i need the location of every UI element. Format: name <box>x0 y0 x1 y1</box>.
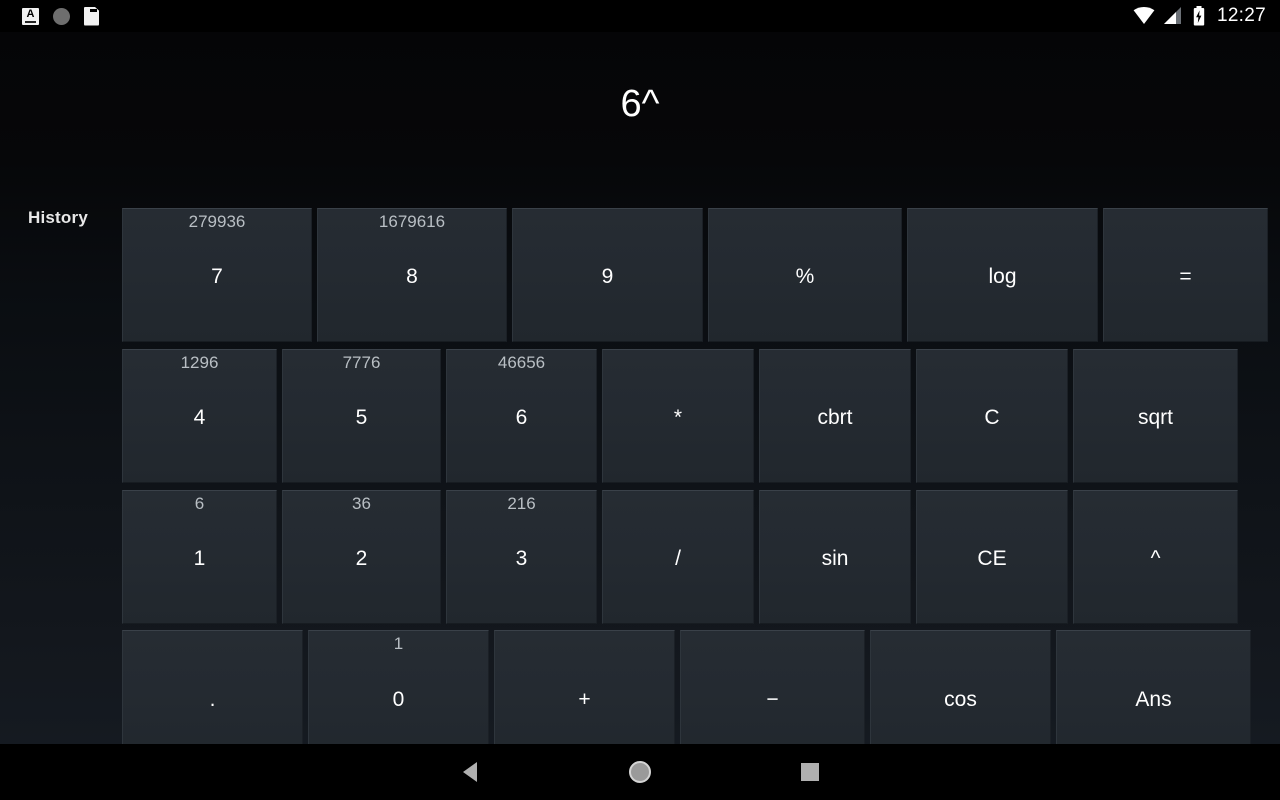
key-hint: 216 <box>507 494 536 513</box>
status-bar-clock: 12:27 <box>1216 5 1266 26</box>
android-nav-bar <box>0 744 1280 800</box>
key-0[interactable]: 10 <box>308 630 489 744</box>
key-label: 8 <box>406 264 418 288</box>
key-label: = <box>1179 264 1192 288</box>
key-Ans[interactable]: Ans <box>1056 630 1251 744</box>
key-label: − <box>766 687 779 711</box>
key-CE[interactable]: CE <box>916 490 1068 624</box>
battery-charging-icon <box>1193 6 1205 26</box>
key-power[interactable]: ^ <box>1073 490 1238 624</box>
key-label: cos <box>944 687 977 711</box>
status-bar-right-icons: 12:27 <box>1133 5 1266 27</box>
key-label: . <box>209 687 216 711</box>
keypad-row: . 1 0 + − cos Ans <box>122 630 1256 744</box>
key-label: cbrt <box>817 405 853 429</box>
home-icon <box>629 761 651 783</box>
key-label: / <box>675 546 681 570</box>
calculator-display[interactable]: 6^ <box>0 32 1280 176</box>
keyboard-a-icon: A <box>22 7 39 25</box>
key-log[interactable]: log <box>907 208 1098 342</box>
key-8[interactable]: 1679616 8 <box>317 208 507 342</box>
key-plus[interactable]: + <box>494 630 675 744</box>
key-label: C <box>984 405 1000 429</box>
key-label: 9 <box>601 264 614 288</box>
keypad: 279936 7 1679616 8 9% log = 1296 4 7776 5 46656 6 * cb… <box>0 176 1280 744</box>
key-label: 6 <box>515 405 528 429</box>
key-label: 1 <box>193 546 206 570</box>
keypad-row: 1296 4 7776 5 46656 6 * cbrt Csqrt <box>122 349 1243 483</box>
key-hint: 279936 <box>188 212 246 231</box>
key-cos[interactable]: cos <box>870 630 1051 744</box>
status-bar: A 12:27 <box>0 0 1280 32</box>
key-label: + <box>578 687 591 711</box>
key-hint: 1296 <box>180 353 219 372</box>
key-label: log <box>988 264 1017 288</box>
key-label: % <box>795 264 815 288</box>
key-label: 0 <box>392 687 405 711</box>
recents-icon <box>801 763 819 781</box>
nav-home-button[interactable] <box>600 744 680 800</box>
key-percent[interactable]: % <box>708 208 902 342</box>
key-label: 7 <box>211 264 223 288</box>
circle-icon <box>53 7 70 25</box>
key-label: 4 <box>193 405 206 429</box>
keypad-row: 6 1 36 2 216 3/sin CE ^ <box>122 490 1243 624</box>
key-hint: 1 <box>393 634 404 653</box>
key-label: CE <box>977 546 1007 570</box>
key-2[interactable]: 36 2 <box>282 490 441 624</box>
key-decimal[interactable]: . <box>122 630 303 744</box>
key-label: 3 <box>515 546 528 570</box>
nav-back-button[interactable] <box>430 744 510 800</box>
device-screen: A 12:27 6^ History 279936 7 1679616 8 9 … <box>0 0 1280 800</box>
key-sqrt[interactable]: sqrt <box>1073 349 1238 483</box>
calculator-app: 6^ History 279936 7 1679616 8 9% log = 1296 4 777… <box>0 32 1280 744</box>
keypad-row: 279936 7 1679616 8 9% log = <box>122 208 1273 342</box>
key-9[interactable]: 9 <box>512 208 703 342</box>
key-3[interactable]: 216 3 <box>446 490 597 624</box>
key-cbrt[interactable]: cbrt <box>759 349 911 483</box>
status-bar-left-icons: A <box>22 6 99 26</box>
key-5[interactable]: 7776 5 <box>282 349 441 483</box>
display-expression: 6^ <box>620 83 660 125</box>
key-sin[interactable]: sin <box>759 490 911 624</box>
key-1[interactable]: 61 <box>122 490 277 624</box>
key-label: ^ <box>1150 546 1161 570</box>
key-label: sqrt <box>1137 405 1173 429</box>
key-C[interactable]: C <box>916 349 1068 483</box>
nav-recents-button[interactable] <box>770 744 850 800</box>
key-7[interactable]: 279936 7 <box>122 208 312 342</box>
key-4[interactable]: 1296 4 <box>122 349 277 483</box>
key-hint: 6 <box>194 494 205 513</box>
key-6[interactable]: 46656 6 <box>446 349 597 483</box>
key-multiply[interactable]: * <box>602 349 754 483</box>
key-label: Ans <box>1135 687 1172 711</box>
signal-icon <box>1163 7 1181 24</box>
key-label: 5 <box>355 405 368 429</box>
key-hint: 46656 <box>497 353 546 372</box>
sd-card-icon <box>84 6 99 26</box>
key-label: sin <box>821 546 849 570</box>
back-icon <box>463 762 477 782</box>
key-divide[interactable]: / <box>602 490 754 624</box>
key-hint: 7776 <box>342 353 381 372</box>
key-equals[interactable]: = <box>1103 208 1268 342</box>
key-minus[interactable]: − <box>680 630 865 744</box>
key-label: * <box>673 405 683 429</box>
key-hint: 36 <box>352 494 371 513</box>
wifi-icon <box>1133 7 1155 24</box>
key-label: 2 <box>355 546 368 570</box>
key-hint: 1679616 <box>378 212 446 231</box>
